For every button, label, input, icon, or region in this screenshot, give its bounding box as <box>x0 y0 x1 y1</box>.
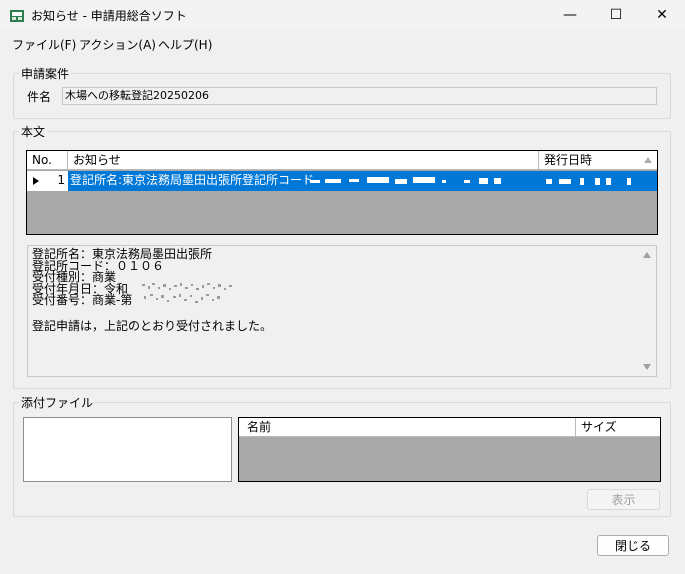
redaction-mark <box>559 179 571 184</box>
attachment-list[interactable] <box>23 417 232 482</box>
message-line <box>32 307 652 319</box>
redaction-mark <box>367 177 389 183</box>
subject-label: 件名 <box>27 90 52 104</box>
redaction-mark <box>627 178 631 185</box>
close-icon: ✕ <box>656 7 668 23</box>
message-line: 受付番号：商業-第 <box>32 293 133 307</box>
attachment-grid-header: 名前 サイズ <box>239 418 660 437</box>
app-icon <box>10 10 24 22</box>
column-header-issued[interactable]: 発行日時 <box>539 151 639 169</box>
redacted-area <box>142 283 232 303</box>
scroll-down-icon[interactable] <box>643 364 651 370</box>
notice-grid[interactable]: No. お知らせ 発行日時 1 登記所名:東京法務局墨田出張所登記所コード: <box>26 150 658 235</box>
body-group-label: 本文 <box>19 123 48 140</box>
redaction-mark <box>464 180 470 183</box>
row-notice: 登記所名:東京法務局墨田出張所登記所コード: <box>70 173 315 187</box>
attachment-grid[interactable]: 名前 サイズ <box>238 417 661 482</box>
sort-up-icon <box>644 157 652 163</box>
redaction-mark <box>349 179 359 182</box>
redaction-mark <box>606 178 611 185</box>
maximize-icon: ☐ <box>609 7 623 23</box>
subject-field: 木場への移転登記20250206 <box>62 87 657 105</box>
message-body[interactable]: 登記所名：東京法務局墨田出張所 登記所コード：０１０６ 受付種別：商業 受付年月… <box>27 245 657 377</box>
message-line: 登記申請は，上記のとおり受付されました。 <box>32 319 273 333</box>
column-header-notice[interactable]: お知らせ <box>68 151 539 169</box>
table-row[interactable]: 1 登記所名:東京法務局墨田出張所登記所コード: <box>27 171 657 191</box>
window-title: お知らせ - 申請用総合ソフト <box>31 9 187 23</box>
redaction-mark <box>442 180 446 183</box>
message-line: 登記所コード：０１０６ <box>32 258 165 273</box>
attachments-group-label: 添付ファイル <box>19 394 96 411</box>
redaction-mark <box>580 178 584 185</box>
row-indicator <box>27 171 45 191</box>
maximize-button[interactable]: ☐ <box>593 0 639 30</box>
redaction-mark <box>595 178 600 185</box>
view-button[interactable]: 表示 <box>587 489 660 510</box>
row-pointer-icon <box>33 177 39 185</box>
column-header-size[interactable]: サイズ <box>576 418 660 436</box>
minimize-icon: — <box>563 7 577 23</box>
redaction-mark <box>494 178 501 184</box>
menu-help[interactable]: ヘルプ(H) <box>158 36 212 53</box>
redaction-mark <box>395 179 407 184</box>
close-button[interactable]: 閉じる <box>597 535 669 556</box>
scroll-up-icon[interactable] <box>643 252 651 258</box>
redaction-mark <box>325 179 341 183</box>
notice-grid-header: No. お知らせ 発行日時 <box>27 151 657 170</box>
message-scrollbar[interactable] <box>639 247 655 376</box>
menu-file[interactable]: ファイル(F) <box>12 36 76 53</box>
close-window-button[interactable]: ✕ <box>639 0 685 30</box>
column-header-no[interactable]: No. <box>27 151 68 169</box>
case-group-label: 申請案件 <box>19 65 72 82</box>
redaction-mark <box>413 177 435 183</box>
redaction-mark <box>479 178 488 184</box>
row-no: 1 <box>45 171 68 191</box>
menu-action[interactable]: アクション(A) <box>79 36 156 53</box>
column-header-name[interactable]: 名前 <box>239 418 576 436</box>
redaction-mark <box>310 180 320 183</box>
redaction-mark <box>546 179 552 184</box>
minimize-button[interactable]: — <box>547 0 593 30</box>
